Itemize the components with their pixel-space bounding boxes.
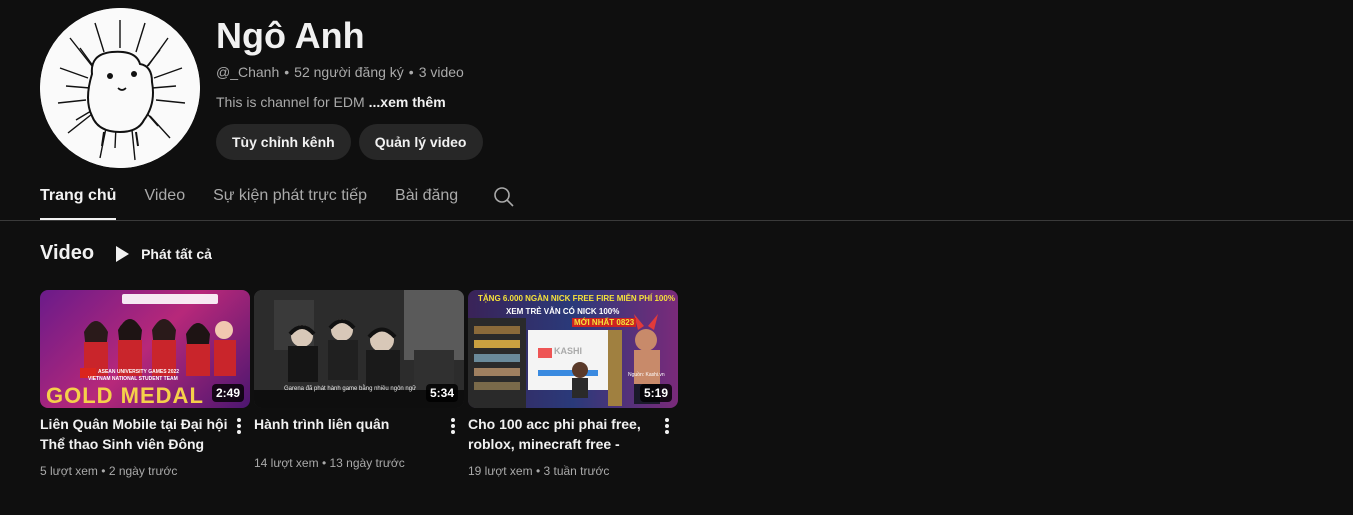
video-duration: 5:34 xyxy=(425,384,458,402)
manage-videos-button[interactable]: Quản lý video xyxy=(358,124,483,160)
more-link[interactable]: ...xem thêm xyxy=(369,94,446,110)
tab-live[interactable]: Sự kiện phát trực tiếp xyxy=(213,178,367,220)
video-section-header: Video Phát tất cả xyxy=(40,242,212,265)
video-thumbnail[interactable]: TẶNG 6.000 NGÀN NICK FREE FIRE MIỄN PHÍ … xyxy=(468,290,678,408)
video-meta: 14 lượt xem • 13 ngày trước xyxy=(254,454,464,472)
play-all-label: Phát tất cả xyxy=(141,245,212,262)
video-title[interactable]: Liên Quân Mobile tại Đại hội Thể thao Si… xyxy=(40,414,230,454)
more-actions-icon[interactable] xyxy=(450,416,456,436)
channel-name: Ngô Anh xyxy=(216,15,365,56)
video-grid: ASEAN UNIVERSITY GAMES 2022 VIETNAM NATI… xyxy=(40,290,678,480)
tab-home[interactable]: Trang chủ xyxy=(40,178,117,220)
play-icon xyxy=(116,245,130,262)
thumb-headline: GOLD MEDAL xyxy=(46,383,204,408)
subscriber-count: 52 người đăng ký xyxy=(294,64,404,80)
upload-age: 13 ngày trước xyxy=(329,456,405,470)
thumb-caption: TẶNG 6.000 NGÀN NICK FREE FIRE MIỄN PHÍ … xyxy=(478,294,675,303)
view-count: 14 lượt xem xyxy=(254,456,319,470)
channel-meta: @_Chanh • 52 người đăng ký • 3 video xyxy=(216,62,483,82)
view-count: 5 lượt xem xyxy=(40,464,98,478)
thumb-caption: Nguồn: Kashi.vn xyxy=(628,372,665,378)
video-duration: 5:19 xyxy=(639,384,672,402)
customize-channel-button[interactable]: Tùy chỉnh kênh xyxy=(216,124,351,160)
thumb-caption: VIETNAM NATIONAL STUDENT TEAM xyxy=(88,376,178,382)
search-icon[interactable] xyxy=(492,185,516,209)
channel-avatar[interactable] xyxy=(40,8,200,168)
channel-header: Ngô Anh @_Chanh • 52 người đăng ký • 3 v… xyxy=(40,8,1340,170)
more-actions-icon[interactable] xyxy=(236,416,242,436)
upload-age: 3 tuần trước xyxy=(543,464,610,478)
more-actions-icon[interactable] xyxy=(664,416,670,436)
section-title[interactable]: Video xyxy=(40,242,94,265)
play-all-button[interactable]: Phát tất cả xyxy=(116,245,212,262)
video-duration: 2:49 xyxy=(211,384,244,402)
tab-videos[interactable]: Video xyxy=(144,178,185,220)
video-card[interactable]: Garena đã phát hành game bằng nhiều ngôn… xyxy=(254,290,464,480)
thumb-caption: MỚI NHẤT 0823 xyxy=(572,318,637,327)
video-count: 3 video xyxy=(418,64,464,80)
thumb-caption: XEM TRẺ VẪN CÓ NICK 100% xyxy=(506,307,620,316)
video-card[interactable]: TẶNG 6.000 NGÀN NICK FREE FIRE MIỄN PHÍ … xyxy=(468,290,678,480)
upload-age: 2 ngày trước xyxy=(108,464,178,478)
channel-description[interactable]: This is channel for EDM ...xem thêm xyxy=(216,92,483,112)
thumb-logo-text: KASHI xyxy=(554,346,583,356)
video-title[interactable]: Cho 100 acc phi phai free, roblox, minec… xyxy=(468,414,658,454)
thumb-caption: Garena đã phát hành game bằng nhiều ngôn… xyxy=(284,386,417,392)
meta-separator: • xyxy=(535,464,541,478)
video-meta: 5 lượt xem • 2 ngày trước xyxy=(40,462,250,480)
tab-posts[interactable]: Bài đăng xyxy=(395,178,458,220)
video-thumbnail[interactable]: Garena đã phát hành game bằng nhiều ngôn… xyxy=(254,290,464,408)
meta-separator: • xyxy=(321,456,327,470)
meta-separator: • xyxy=(101,464,106,478)
description-text: This is channel for EDM xyxy=(216,94,365,110)
tabs-divider xyxy=(0,220,1353,221)
channel-tabs: Trang chủ Video Sự kiện phát trực tiếp B… xyxy=(40,178,516,220)
meta-separator: • xyxy=(408,64,414,80)
channel-actions: Tùy chỉnh kênh Quản lý video xyxy=(216,124,483,160)
channel-info: Ngô Anh @_Chanh • 52 người đăng ký • 3 v… xyxy=(216,14,483,160)
video-meta: 19 lượt xem • 3 tuần trước xyxy=(468,462,678,480)
video-title[interactable]: Hành trình liên quân xyxy=(254,414,444,454)
video-thumbnail[interactable]: ASEAN UNIVERSITY GAMES 2022 VIETNAM NATI… xyxy=(40,290,250,408)
thumb-caption: ASEAN UNIVERSITY GAMES 2022 xyxy=(98,369,180,375)
view-count: 19 lượt xem xyxy=(468,464,533,478)
channel-handle: @_Chanh xyxy=(216,64,280,80)
video-card[interactable]: ASEAN UNIVERSITY GAMES 2022 VIETNAM NATI… xyxy=(40,290,250,480)
meta-separator: • xyxy=(284,64,290,80)
